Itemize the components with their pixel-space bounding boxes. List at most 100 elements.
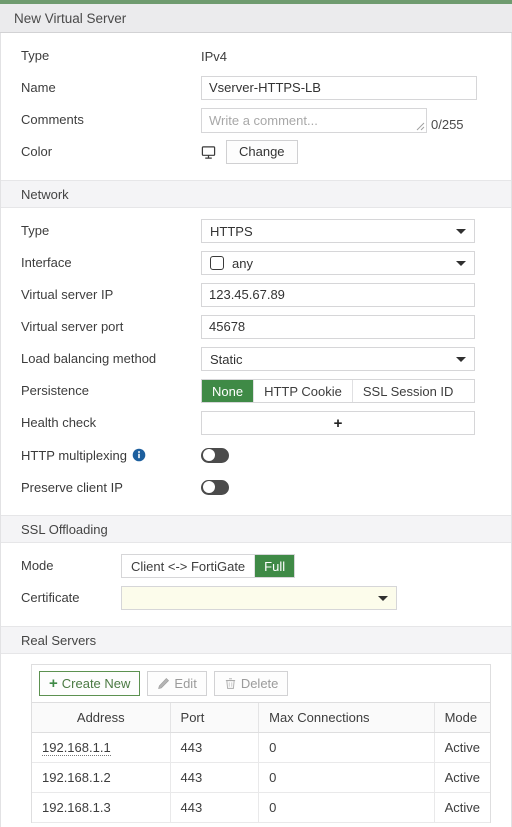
preserve-client-ip-label-group: Preserve client IP bbox=[21, 480, 201, 495]
ssl-mode-option-client-fortigate[interactable]: Client <-> FortiGate bbox=[122, 555, 256, 577]
color-label: Color bbox=[21, 144, 53, 159]
network-section: Type HTTPS Interface any Virtual server … bbox=[1, 208, 511, 515]
virtual-server-ip-label: Virtual server IP bbox=[21, 287, 114, 302]
plus-icon: + bbox=[49, 675, 58, 692]
persistence-segmented-control: None HTTP Cookie SSL Session ID bbox=[201, 379, 475, 403]
row-load-balancing-method: Load balancing method Static bbox=[1, 345, 511, 373]
type-value: IPv4 bbox=[201, 48, 228, 64]
preserve-client-ip-toggle[interactable] bbox=[201, 479, 229, 495]
new-virtual-server-dialog: New Virtual Server Type IPv4 Name Commen… bbox=[0, 0, 512, 827]
chevron-down-icon bbox=[456, 261, 466, 266]
change-color-button[interactable]: Change bbox=[226, 140, 298, 164]
info-icon[interactable] bbox=[132, 448, 146, 462]
health-check-add-button[interactable]: + bbox=[201, 411, 475, 435]
table-row[interactable]: 192.168.1.2 443 0 Active bbox=[32, 762, 490, 793]
interface-chip-icon bbox=[210, 256, 224, 270]
row-virtual-server-ip: Virtual server IP bbox=[1, 281, 511, 309]
row-network-type: Type HTTPS bbox=[1, 217, 511, 245]
page-title: New Virtual Server bbox=[14, 10, 127, 26]
row-preserve-client-ip: Preserve client IP bbox=[1, 473, 511, 501]
row-comments: Comments 0/255 bbox=[1, 106, 511, 134]
cell-address: 192.168.1.3 bbox=[32, 792, 171, 823]
cell-mode: Active bbox=[434, 732, 490, 763]
comments-counter: 0/255 bbox=[431, 116, 464, 132]
edit-button[interactable]: Edit bbox=[147, 671, 207, 696]
row-virtual-server-port: Virtual server port bbox=[1, 313, 511, 341]
cell-max-connections: 0 bbox=[258, 792, 435, 823]
cell-max-connections: 0 bbox=[258, 762, 435, 793]
virtual-server-ip-input[interactable] bbox=[201, 283, 475, 307]
certificate-select[interactable] bbox=[121, 586, 397, 610]
column-header-port[interactable]: Port bbox=[170, 703, 260, 733]
ssl-offloading-section-title: SSL Offloading bbox=[21, 521, 108, 537]
cell-max-connections: 0 bbox=[258, 732, 435, 763]
cell-address: 192.168.1.2 bbox=[32, 762, 171, 793]
address-link[interactable]: 192.168.1.1 bbox=[42, 740, 111, 756]
row-health-check: Health check + bbox=[1, 409, 511, 437]
interface-label: Interface bbox=[21, 255, 72, 270]
name-label: Name bbox=[21, 80, 56, 95]
interface-select[interactable]: any bbox=[201, 251, 475, 275]
comments-textarea[interactable] bbox=[201, 107, 427, 133]
chevron-down-icon bbox=[456, 229, 466, 234]
real-servers-section-header: Real Servers bbox=[1, 626, 511, 654]
cell-port: 443 bbox=[170, 762, 260, 793]
table-row[interactable]: 192.168.1.3 443 0 Active bbox=[32, 792, 490, 823]
network-section-title: Network bbox=[21, 186, 69, 202]
load-balancing-method-label: Load balancing method bbox=[21, 351, 157, 366]
dialog-body: Type IPv4 Name Comments bbox=[0, 33, 512, 827]
general-section: Type IPv4 Name Comments bbox=[1, 33, 511, 180]
chevron-down-icon bbox=[456, 357, 466, 362]
row-ssl-mode: Mode Client <-> FortiGate Full bbox=[1, 552, 511, 580]
row-type: Type IPv4 bbox=[1, 42, 511, 70]
row-certificate: Certificate bbox=[1, 584, 511, 612]
ssl-mode-option-full[interactable]: Full bbox=[255, 555, 295, 577]
row-color: Color Change bbox=[1, 138, 511, 166]
row-interface: Interface any bbox=[1, 249, 511, 277]
load-balancing-method-value: Static bbox=[210, 351, 243, 367]
name-input[interactable] bbox=[201, 76, 477, 100]
pencil-icon bbox=[158, 678, 170, 689]
toggle-knob bbox=[202, 481, 215, 493]
monitor-icon bbox=[201, 145, 216, 160]
preserve-client-ip-label: Preserve client IP bbox=[21, 479, 123, 495]
load-balancing-method-select[interactable]: Static bbox=[201, 347, 475, 371]
persistence-option-http-cookie[interactable]: HTTP Cookie bbox=[254, 380, 353, 402]
delete-label: Delete bbox=[240, 676, 279, 691]
type-label: Type bbox=[21, 48, 50, 63]
http-multiplexing-label: HTTP multiplexing bbox=[21, 447, 127, 463]
trash-icon bbox=[225, 678, 235, 689]
virtual-server-port-input[interactable] bbox=[201, 315, 475, 339]
toggle-knob bbox=[202, 449, 215, 461]
persistence-option-ssl-session-id[interactable]: SSL Session ID bbox=[352, 380, 464, 402]
table-row[interactable]: 192.168.1.1 443 0 Active bbox=[32, 732, 490, 763]
column-header-address[interactable]: Address bbox=[32, 703, 171, 733]
row-http-multiplexing: HTTP multiplexing bbox=[1, 441, 511, 469]
cell-address: 192.168.1.1 bbox=[32, 732, 171, 763]
http-multiplexing-label-group: HTTP multiplexing bbox=[21, 448, 201, 463]
real-servers-panel: + Create New Edit Delete Address Port Ma… bbox=[31, 664, 491, 823]
network-type-value: HTTPS bbox=[210, 223, 253, 239]
comments-label: Comments bbox=[21, 112, 84, 127]
real-servers-table: Address Port Max Connections Mode 192.16… bbox=[32, 703, 490, 823]
network-type-select[interactable]: HTTPS bbox=[201, 219, 475, 243]
cell-mode: Active bbox=[434, 792, 490, 823]
edit-label: Edit bbox=[174, 676, 197, 691]
network-type-label: Type bbox=[21, 223, 50, 238]
column-header-max-connections[interactable]: Max Connections bbox=[258, 703, 435, 733]
persistence-label: Persistence bbox=[21, 383, 89, 398]
create-new-button[interactable]: + Create New bbox=[39, 671, 141, 696]
cell-mode: Active bbox=[434, 762, 490, 793]
persistence-option-none[interactable]: None bbox=[202, 380, 255, 402]
delete-button[interactable]: Delete bbox=[213, 671, 289, 696]
health-check-label: Health check bbox=[21, 415, 97, 430]
http-multiplexing-toggle[interactable] bbox=[201, 447, 229, 463]
certificate-label: Certificate bbox=[21, 590, 80, 605]
dialog-titlebar: New Virtual Server bbox=[0, 4, 512, 33]
real-servers-toolbar: + Create New Edit Delete bbox=[32, 665, 490, 703]
cell-port: 443 bbox=[170, 732, 260, 763]
ssl-mode-label: Mode bbox=[21, 558, 54, 573]
real-servers-section-title: Real Servers bbox=[21, 632, 97, 648]
virtual-server-port-label: Virtual server port bbox=[21, 319, 124, 334]
column-header-mode[interactable]: Mode bbox=[434, 703, 490, 733]
